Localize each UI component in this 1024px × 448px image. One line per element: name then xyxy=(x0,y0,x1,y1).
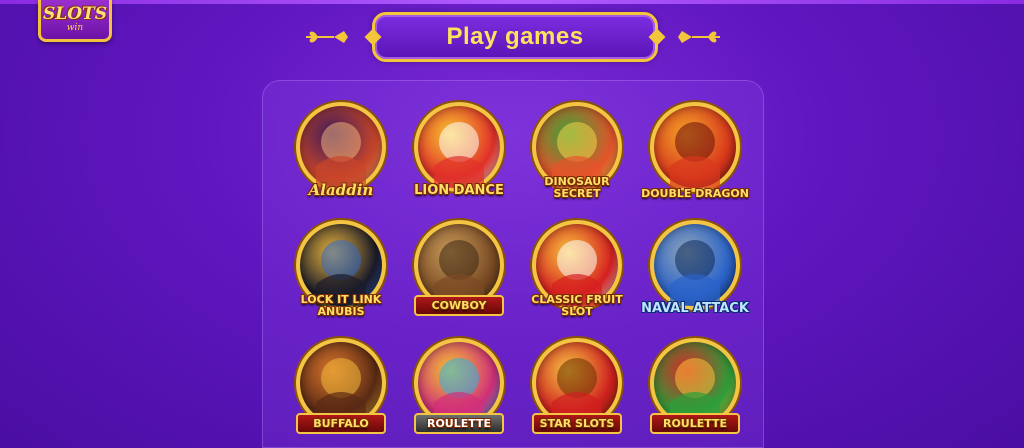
game-icon xyxy=(650,220,740,310)
game-icon xyxy=(650,102,740,192)
game-artwork-icon xyxy=(434,122,484,188)
game-label: ROULETTE xyxy=(414,413,504,434)
game-tile-naval-attack[interactable]: NAVAL ATTACK xyxy=(636,214,754,332)
game-label: BUFFALO xyxy=(296,413,386,434)
game-artwork-icon xyxy=(316,122,366,188)
game-label: CLASSIC FRUIT SLOT xyxy=(531,293,623,318)
game-tile-lock-it-link-anubis[interactable]: LOCK IT LINK ANUBIS xyxy=(282,214,400,332)
top-accent-line xyxy=(0,0,1024,4)
game-artwork-icon xyxy=(670,358,720,424)
logo-main-text: SLOTS xyxy=(43,4,107,24)
game-tile-dinosaur-secret[interactable]: DINOSAUR SECRET xyxy=(518,96,636,214)
page-title: Play games xyxy=(446,23,584,50)
game-label: DINOSAUR SECRET xyxy=(544,175,610,200)
game-artwork-icon xyxy=(434,358,484,424)
game-label: ROULETTE xyxy=(650,413,740,434)
game-artwork-icon xyxy=(434,240,484,306)
game-tile-double-dragon[interactable]: DOUBLE DRAGON xyxy=(636,96,754,214)
game-tile-cowboy[interactable]: COWBOY xyxy=(400,214,518,332)
game-label: LOCK IT LINK ANUBIS xyxy=(300,293,382,318)
game-tile-aladdin[interactable]: Aladdin xyxy=(282,96,400,214)
game-artwork-icon xyxy=(552,358,602,424)
game-artwork-icon xyxy=(670,240,720,306)
play-games-title-bar: Play games xyxy=(372,12,658,62)
games-grid: Aladdin LION DANCE DINOSAUR SECRET DOUBLE D… xyxy=(282,96,754,448)
game-tile-roulette[interactable]: ROULETTE xyxy=(636,332,754,448)
game-label: LION DANCE xyxy=(414,183,504,198)
game-label: COWBOY xyxy=(414,295,504,316)
game-label: NAVAL ATTACK xyxy=(641,301,749,316)
game-tile-3-lucky-roulette[interactable]: ROULETTE xyxy=(400,332,518,448)
game-label: Aladdin xyxy=(308,181,374,199)
left-ornament-icon xyxy=(306,31,348,43)
slots-win-logo[interactable]: SLOTS win xyxy=(38,0,112,42)
game-label: STAR SLOTS xyxy=(532,413,622,434)
game-tile-lion-dance[interactable]: LION DANCE xyxy=(400,96,518,214)
game-tile-classic-fruit-slot[interactable]: CLASSIC FRUIT SLOT xyxy=(518,214,636,332)
game-artwork-icon xyxy=(316,358,366,424)
logo-sub-text: win xyxy=(66,23,84,33)
game-icon xyxy=(296,102,386,192)
game-tile-buffalo[interactable]: BUFFALO xyxy=(282,332,400,448)
game-tile-star-slots[interactable]: STAR SLOTS xyxy=(518,332,636,448)
game-artwork-icon xyxy=(670,122,720,188)
game-label: DOUBLE DRAGON xyxy=(641,187,749,200)
right-ornament-icon xyxy=(678,31,720,43)
game-icon xyxy=(414,102,504,192)
